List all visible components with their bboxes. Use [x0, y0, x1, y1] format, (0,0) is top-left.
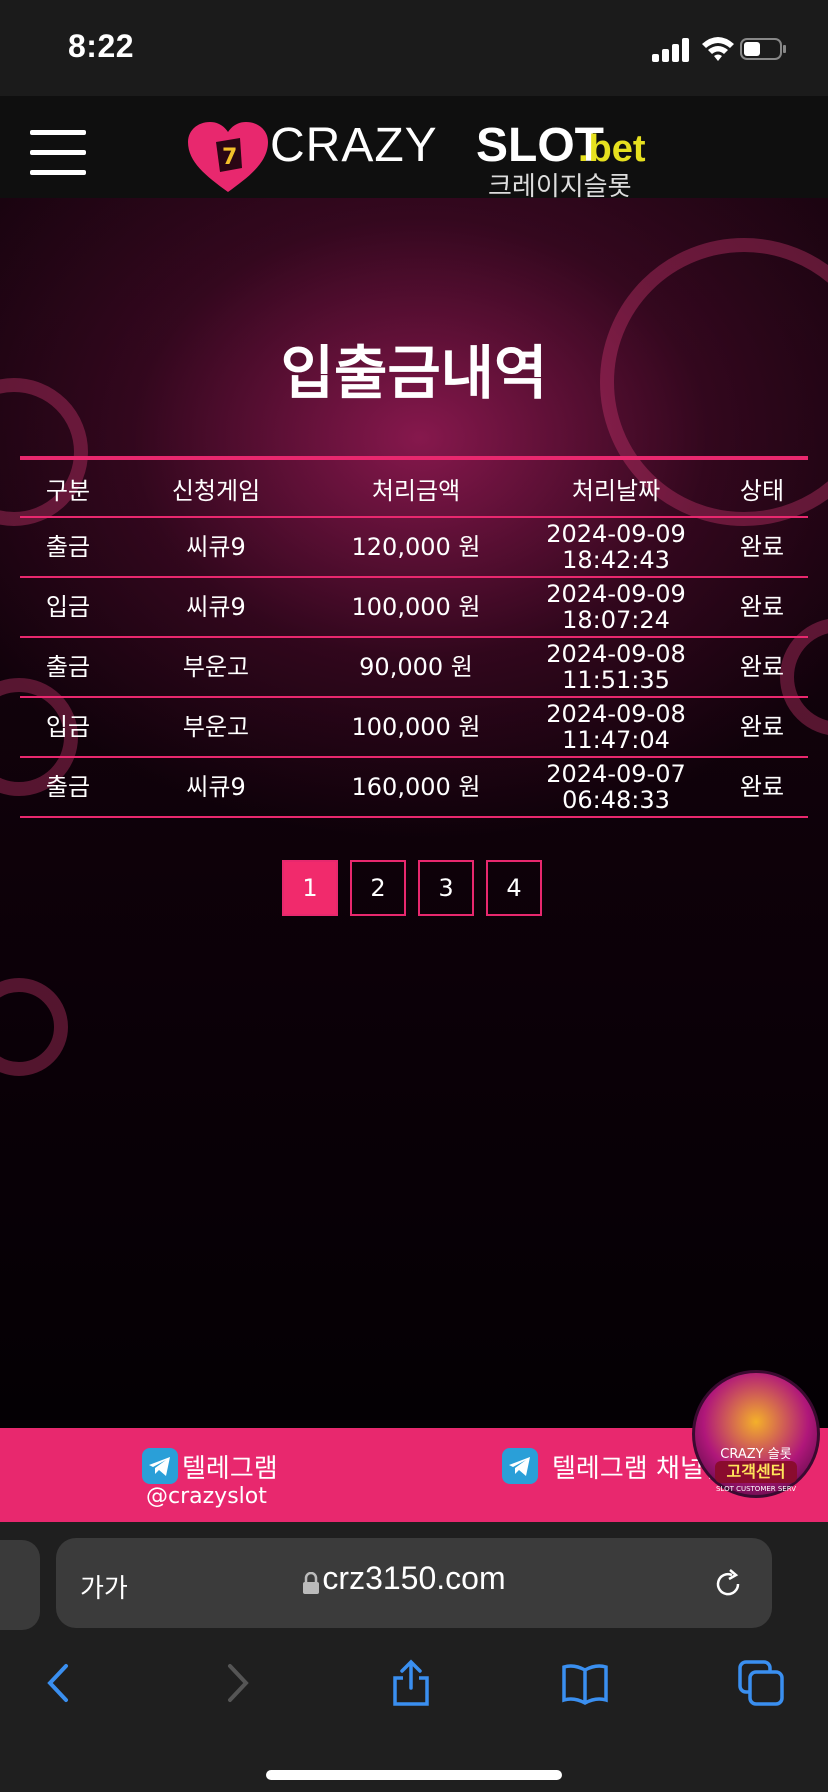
cell-time: 18:07:24 — [562, 606, 670, 634]
cell-type: 출금 — [20, 757, 116, 818]
main-content: 입출금내역 구분 신청게임 처리금액 처리날짜 상태 출금 씨큐9 120,00… — [0, 198, 828, 1428]
customer-service-button[interactable]: CRAZY 슬롯 고객센터 SLOT CUSTOMER SERV — [692, 1370, 820, 1498]
page-button-1[interactable]: 1 — [282, 860, 338, 916]
bookmarks-icon[interactable] — [560, 1658, 610, 1708]
page-button-4[interactable]: 4 — [486, 860, 542, 916]
cell-amount: 100,000 원 — [316, 697, 516, 758]
table-row: 출금 부운고 90,000 원 2024-09-08 11:51:35 완료 — [20, 637, 808, 698]
cell-date: 2024-09-08 — [546, 640, 686, 668]
cell-status: 완료 — [716, 637, 808, 698]
forward-icon[interactable] — [212, 1658, 262, 1708]
cell-status: 완료 — [716, 517, 808, 578]
tabs-icon[interactable] — [736, 1658, 786, 1708]
cell-date: 2024-09-08 — [546, 700, 686, 728]
telegram-handle: @crazyslot — [146, 1484, 267, 1509]
column-header-date: 처리날짜 — [516, 458, 716, 518]
logo-text-bet: .bet — [578, 128, 646, 170]
cellular-signal-icon — [652, 38, 694, 62]
cell-amount: 120,000 원 — [316, 517, 516, 578]
cell-amount: 160,000 원 — [316, 757, 516, 818]
cell-time: 18:42:43 — [562, 546, 670, 574]
cell-type: 입금 — [20, 577, 116, 638]
page-button-2[interactable]: 2 — [350, 860, 406, 916]
column-header-type: 구분 — [20, 458, 116, 518]
cell-time: 06:48:33 — [562, 786, 670, 814]
cell-date: 2024-09-09 — [546, 580, 686, 608]
cell-game: 씨큐9 — [116, 517, 316, 578]
cell-datetime: 2024-09-07 06:48:33 — [516, 757, 716, 818]
table-row: 출금 씨큐9 160,000 원 2024-09-07 06:48:33 완료 — [20, 757, 808, 818]
cell-datetime: 2024-09-09 18:07:24 — [516, 577, 716, 638]
column-header-status: 상태 — [716, 458, 808, 518]
cell-type: 입금 — [20, 697, 116, 758]
table-header-row: 구분 신청게임 처리금액 처리날짜 상태 — [20, 458, 808, 518]
wifi-icon — [702, 37, 734, 61]
cell-game: 씨큐9 — [116, 577, 316, 638]
cell-date: 2024-09-07 — [546, 760, 686, 788]
column-header-game: 신청게임 — [116, 458, 316, 518]
address-bar[interactable]: 가가 crz3150.com — [56, 1538, 772, 1628]
telegram-icon — [502, 1448, 538, 1484]
site-logo[interactable]: 7 CRAZY SLOT .bet 크레이지슬롯 — [186, 116, 646, 202]
cell-datetime: 2024-09-09 18:42:43 — [516, 517, 716, 578]
cell-status: 완료 — [716, 697, 808, 758]
menu-icon[interactable] — [30, 130, 86, 180]
svg-text:7: 7 — [222, 145, 237, 170]
status-bar: 8:22 — [0, 0, 828, 96]
cs-label: 고객센터 — [715, 1461, 797, 1483]
url-text: crz3150.com — [322, 1560, 506, 1596]
back-icon[interactable] — [34, 1658, 84, 1708]
cell-datetime: 2024-09-08 11:47:04 — [516, 697, 716, 758]
transaction-history-table: 구분 신청게임 처리금액 처리날짜 상태 출금 씨큐9 120,000 원 20… — [20, 456, 808, 818]
heart-slot-logo-icon: 7 — [188, 122, 268, 192]
cell-game: 씨큐9 — [116, 757, 316, 818]
cell-type: 출금 — [20, 517, 116, 578]
cell-game: 부운고 — [116, 697, 316, 758]
cell-status: 완료 — [716, 577, 808, 638]
home-indicator — [266, 1770, 562, 1780]
logo-text-crazy: CRAZY — [270, 119, 438, 172]
browser-toolbar: 가가 crz3150.com — [0, 1522, 828, 1792]
cell-type: 출금 — [20, 637, 116, 698]
cell-time: 11:51:35 — [562, 666, 670, 694]
table-row: 입금 부운고 100,000 원 2024-09-08 11:47:04 완료 — [20, 697, 808, 758]
telegram-icon — [142, 1448, 178, 1484]
telegram-label: 텔레그램 — [182, 1454, 278, 1484]
cell-datetime: 2024-09-08 11:51:35 — [516, 637, 716, 698]
cell-amount: 100,000 원 — [316, 577, 516, 638]
status-time: 8:22 — [68, 28, 135, 64]
table-row: 입금 씨큐9 100,000 원 2024-09-09 18:07:24 완료 — [20, 577, 808, 638]
reload-icon[interactable] — [710, 1566, 746, 1602]
background-decoration — [0, 978, 68, 1076]
page-button-3[interactable]: 3 — [418, 860, 474, 916]
cs-brand: CRAZY 슬롯 — [720, 1447, 792, 1462]
battery-icon — [740, 38, 786, 60]
page-title: 입출금내역 — [280, 339, 548, 407]
column-header-amount: 처리금액 — [316, 458, 516, 518]
share-icon[interactable] — [386, 1658, 436, 1708]
cell-date: 2024-09-09 — [546, 520, 686, 548]
cell-status: 완료 — [716, 757, 808, 818]
cs-sub: SLOT CUSTOMER SERV — [715, 1485, 797, 1493]
table-row: 출금 씨큐9 120,000 원 2024-09-09 18:42:43 완료 — [20, 517, 808, 578]
previous-tab-preview[interactable] — [0, 1540, 40, 1630]
cell-time: 11:47:04 — [562, 726, 670, 754]
cell-amount: 90,000 원 — [316, 637, 516, 698]
cell-game: 부운고 — [116, 637, 316, 698]
site-header: 7 CRAZY SLOT .bet 크레이지슬롯 — [0, 96, 828, 202]
